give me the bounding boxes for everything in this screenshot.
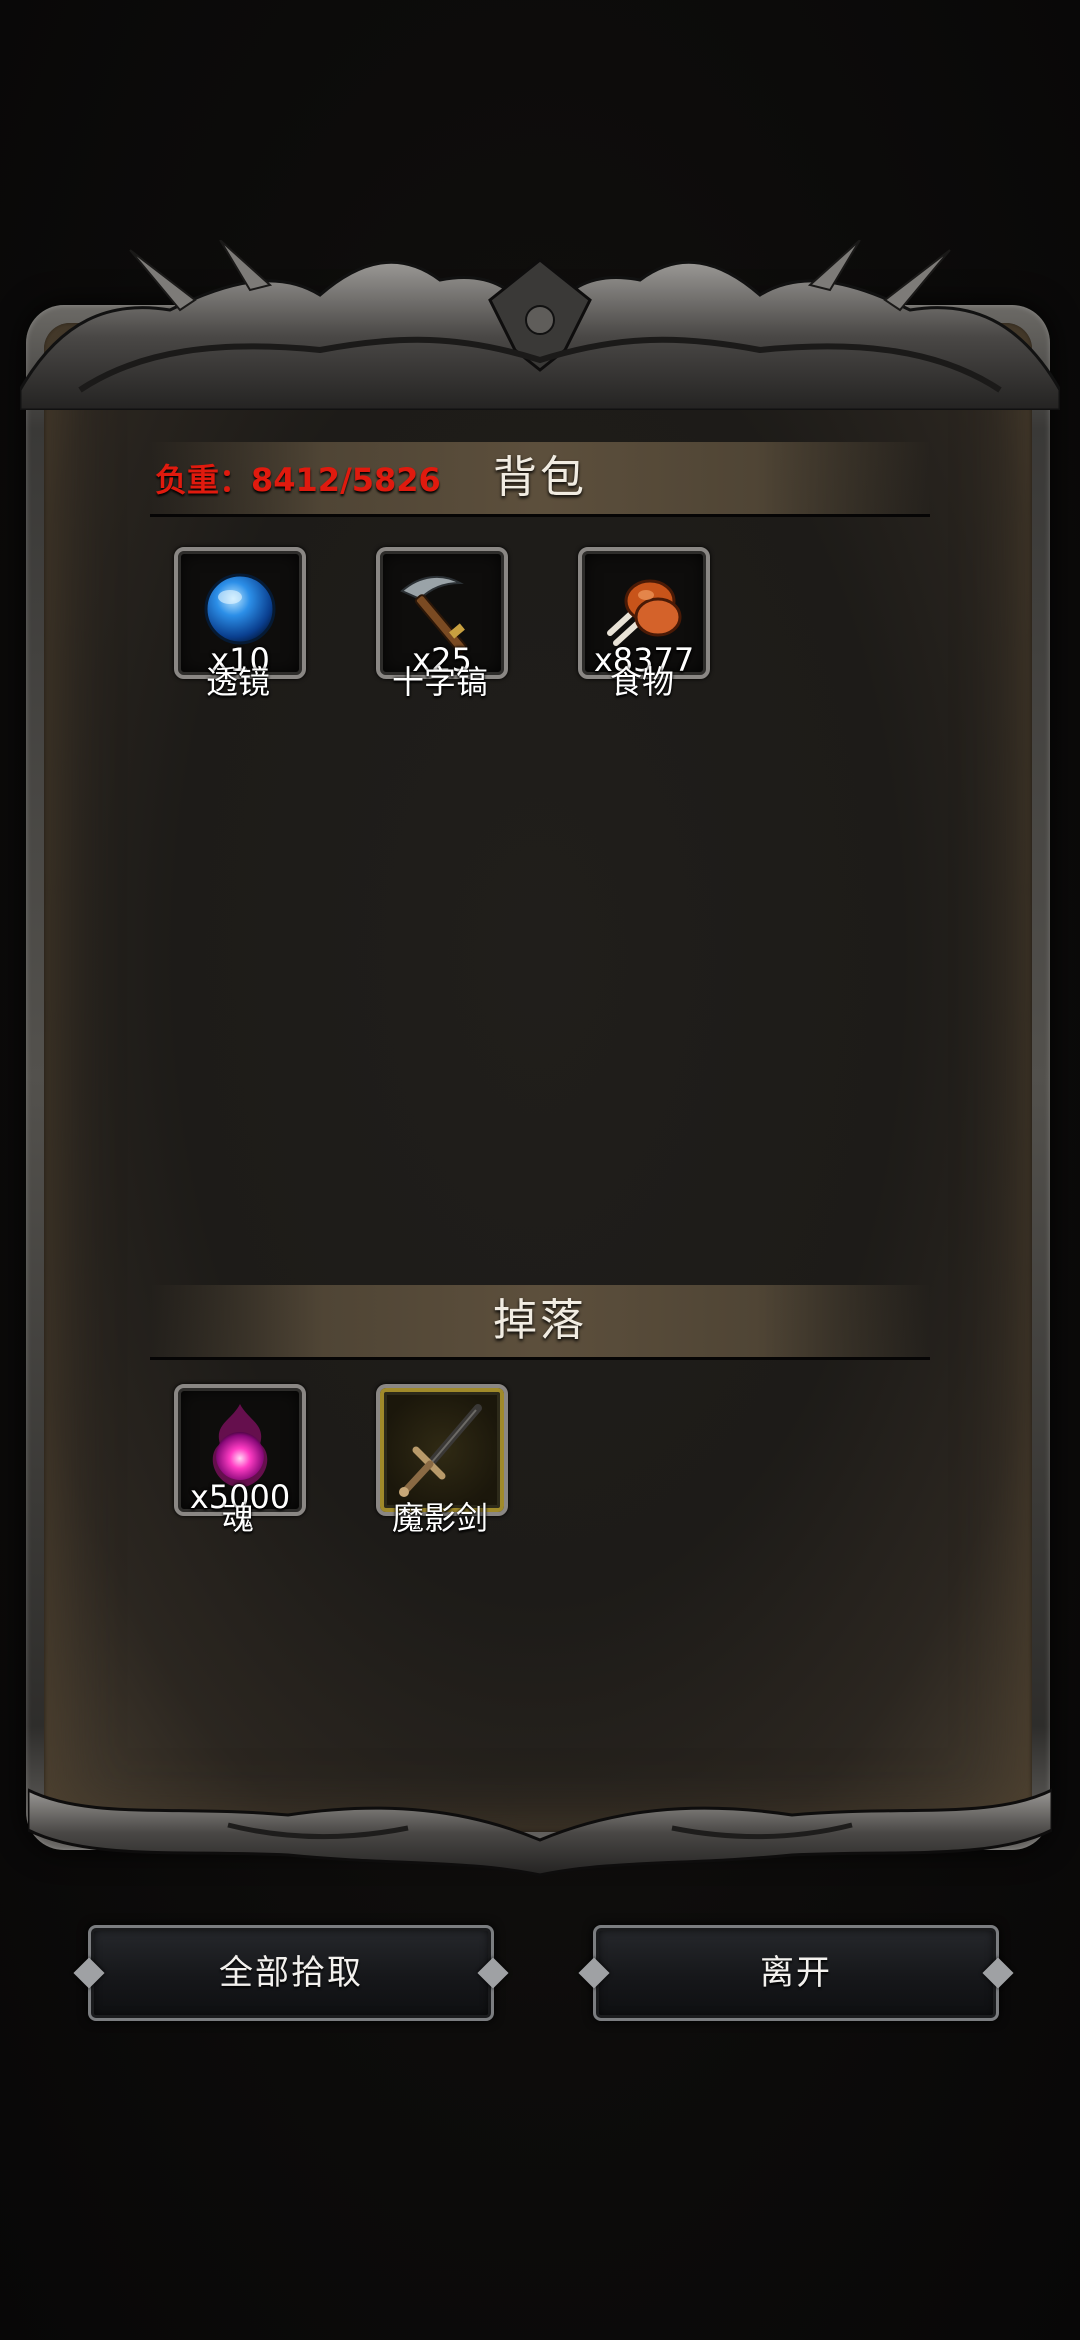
leave-button[interactable]: 离开 [593,1925,999,2021]
item-name: 魂 [221,1499,254,1537]
item-name: 魔影剑 [391,1499,488,1537]
weight-capacity-text: 负重：8412/5826 [155,461,441,499]
inventory-panel-frame [26,305,1050,1850]
pickup-all-button[interactable]: 全部拾取 [88,1925,494,2021]
frame-base-ornament [28,1788,1052,1877]
leave-label: 离开 [760,1953,832,1993]
drops-header: 掉落 [150,1285,930,1360]
item-name: 食物 [609,663,674,701]
game-screen: 背包 负重：8412/5826 x10 透镜 x25 十字镐 x8377 食物 … [0,0,1080,2340]
frame-crown-ornament [20,240,1060,410]
sword-icon [399,1404,482,1497]
item-name: 十字镐 [391,663,488,701]
item-name: 透镜 [205,663,270,701]
drops-title: 掉落 [493,1295,587,1346]
pickup-all-label: 全部拾取 [219,1953,363,1993]
